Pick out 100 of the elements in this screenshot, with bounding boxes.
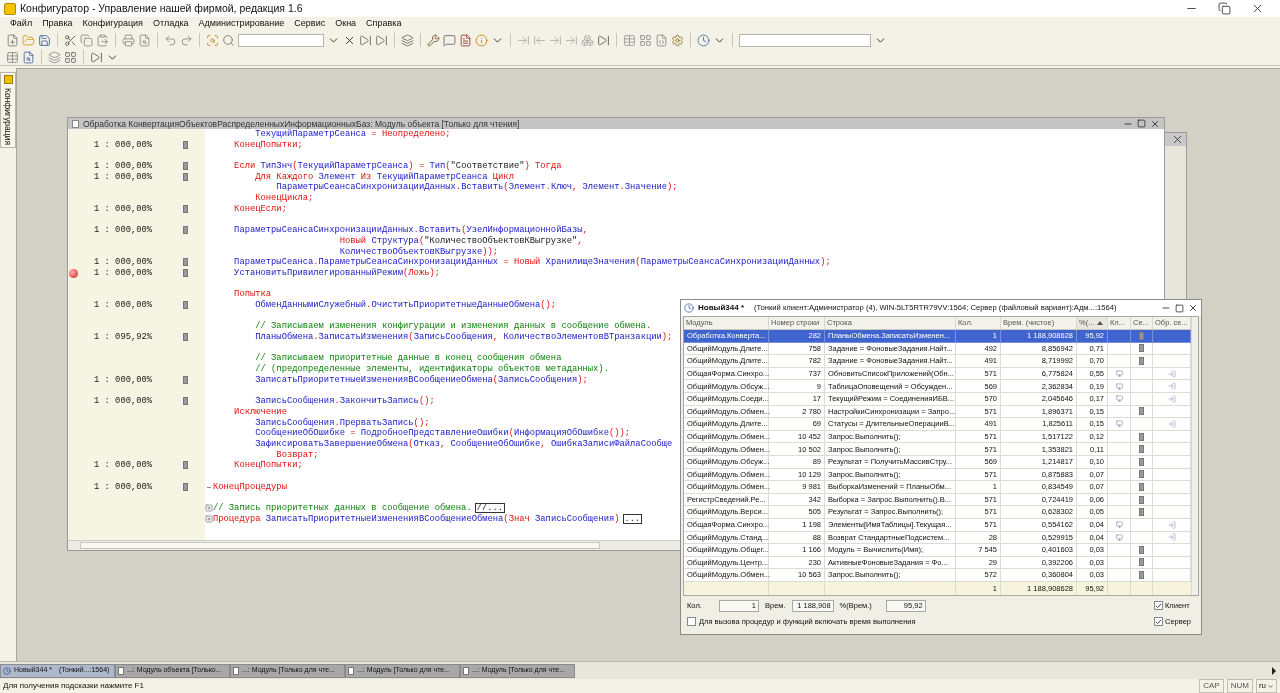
code-line: КонецЦикла; (254, 193, 314, 204)
expand-icon[interactable] (205, 515, 213, 524)
close-icon[interactable] (1188, 303, 1198, 313)
server-icon (183, 461, 188, 470)
line-profile-count: 1 : 000,00% (94, 225, 153, 236)
code-line: КонецПопытки; (233, 139, 303, 151)
menu-item[interactable]: Сервис (294, 17, 326, 31)
code-line: ОбменДаннымиСлужебный.ОчиститьПриоритетныеДанныеОбмена(); (254, 300, 557, 311)
new-file-icon[interactable] (6, 33, 19, 47)
menu-item[interactable]: Администрирование (198, 17, 285, 31)
redo-icon[interactable] (180, 33, 193, 47)
run-to-cursor-icon[interactable] (565, 33, 578, 47)
blocks-icon[interactable] (581, 33, 594, 47)
code-line: ЗафиксироватьЗавершениеОбмена(Отказ, СообщениеОбОшибке, ОшибкаЗаписиФайлаСообще (254, 438, 673, 450)
server-icon (183, 333, 188, 342)
checkbox[interactable] (687, 617, 696, 626)
window-icon[interactable] (64, 50, 77, 64)
line-profile-count: 1 : 000,00% (94, 139, 153, 151)
menu-item[interactable]: Правка (42, 17, 73, 31)
undo-icon[interactable] (164, 33, 177, 47)
printer-icon[interactable] (122, 33, 135, 47)
code-line: УстановитьПривилегированныйРежим(Ложь); (233, 267, 440, 279)
module-icon (463, 666, 469, 675)
search-field[interactable] (238, 33, 324, 47)
scroll-right-icon[interactable] (1272, 666, 1276, 675)
speech-bubble-icon[interactable] (443, 33, 456, 47)
server-icon (183, 375, 188, 384)
checkbox[interactable] (1154, 601, 1163, 610)
monitor-icon (1115, 395, 1123, 403)
monitor-icon (1115, 533, 1123, 541)
sort-ascending-icon (1097, 321, 1104, 325)
windows-icon[interactable] (401, 33, 414, 47)
menu-item[interactable]: Окна (335, 17, 357, 31)
arrow-icon (1167, 394, 1176, 403)
configuration-tab[interactable]: Конфигурация (0, 72, 17, 149)
info-icon[interactable] (475, 33, 488, 47)
vertical-scrollbar[interactable] (1191, 317, 1198, 595)
line-profile-count: 1 : 000,00% (94, 171, 153, 183)
save-icon[interactable] (38, 33, 51, 47)
menu-item[interactable]: Конфигурация (82, 17, 143, 31)
monitor-icon (1115, 521, 1123, 529)
code-line: Если ТипЗнч(ТекущийПараметрСеанса) = Тип("Соответствие") Тогда (233, 161, 562, 172)
step-over-icon[interactable] (549, 33, 562, 47)
line-profile-count: 1 : 000,00% (94, 203, 153, 215)
wrench-icon[interactable] (427, 33, 440, 47)
step-out-icon[interactable] (533, 33, 546, 47)
line-profile-count: 1 : 095,92% (94, 332, 153, 343)
monitor-icon (1115, 370, 1123, 378)
code-line: КонецПопытки; (233, 460, 303, 471)
close-icon[interactable] (1171, 133, 1184, 146)
list-icon[interactable] (6, 50, 19, 64)
server-icon (1139, 407, 1144, 416)
menu-item[interactable]: Отладка (152, 17, 189, 31)
code-file-icon[interactable] (655, 33, 668, 47)
continue-icon[interactable] (597, 33, 610, 47)
menu-item[interactable]: Справка (366, 17, 402, 31)
copy-icon[interactable] (80, 33, 93, 47)
maximize-icon[interactable] (1137, 118, 1146, 128)
settings-icon[interactable] (671, 33, 684, 47)
status-indicator: NUM (1226, 679, 1253, 693)
cut-icon[interactable] (64, 33, 77, 47)
code-line: // Записываем изменения конфигурации и изменения данных в сообщение обмена. (254, 321, 652, 332)
close-icon[interactable] (1150, 118, 1160, 129)
breakpoint-icon[interactable] (69, 268, 78, 278)
line-profile-count: 1 : 000,00% (94, 396, 153, 407)
horizontal-scrollbar[interactable] (80, 542, 600, 549)
window-title: Конфигуратор - Управление нашей фирмой, редакция 1.6 (20, 0, 304, 16)
restore-icon[interactable] (1218, 2, 1231, 15)
collapsed-marker[interactable]: ... (622, 514, 643, 525)
table-icon[interactable] (623, 33, 636, 47)
collapsed-marker[interactable]: //... (474, 503, 506, 514)
maximize-icon[interactable] (1175, 303, 1184, 313)
preview-icon[interactable] (138, 33, 151, 47)
code-line: ЗаписьСообщения.ПрерватьЗапись(); (254, 417, 430, 428)
combo-field[interactable] (739, 33, 871, 47)
monitor-icon (1115, 420, 1123, 428)
module-icon (118, 666, 124, 675)
language-selector[interactable]: ru (1255, 679, 1277, 693)
layers-icon[interactable] (48, 50, 61, 64)
document-icon[interactable] (459, 33, 472, 47)
search-icon[interactable] (222, 33, 235, 47)
server-icon (183, 140, 188, 149)
paste-icon[interactable] (96, 33, 109, 47)
grid-icon[interactable] (639, 33, 652, 47)
find-icon[interactable] (206, 33, 219, 47)
line-profile-count: 1 : 000,00% (94, 460, 153, 471)
line-profile-count: 1 : 000,00% (94, 257, 153, 268)
step-into-icon[interactable] (517, 33, 530, 47)
export-icon[interactable] (90, 50, 103, 64)
expand-icon[interactable] (205, 504, 213, 513)
arrow-icon (1167, 419, 1176, 428)
stopwatch-icon[interactable] (697, 33, 710, 47)
code-line: КонецПроцедуры (213, 481, 287, 493)
menu-item[interactable]: Файл (10, 17, 33, 31)
find-previous-icon[interactable] (375, 33, 388, 47)
checkbox[interactable] (1154, 617, 1163, 627)
close-icon[interactable] (1251, 2, 1264, 15)
properties-icon[interactable] (22, 50, 35, 64)
folder-icon[interactable] (22, 33, 35, 47)
arrow-icon (1167, 382, 1176, 391)
